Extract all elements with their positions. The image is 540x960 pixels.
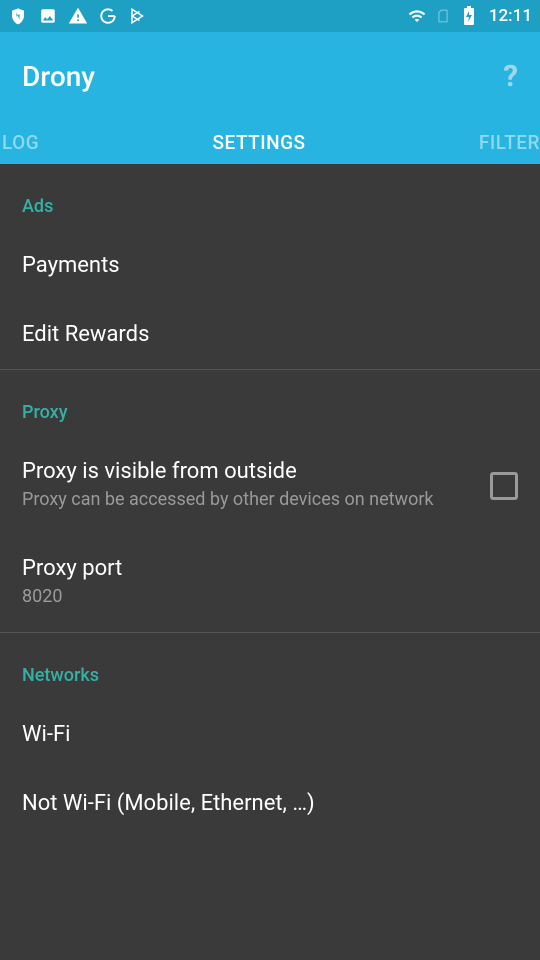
wifi-icon [407, 6, 427, 26]
list-item-title: Proxy port [22, 556, 518, 581]
status-left-icons [8, 6, 148, 26]
list-item-subtitle: 8020 [22, 585, 518, 609]
play-store-icon [128, 6, 148, 26]
warning-icon [68, 6, 88, 26]
section-header-ads: Ads [0, 164, 540, 231]
list-item-edit-rewards[interactable]: Edit Rewards [0, 300, 540, 369]
settings-content: Ads Payments Edit Rewards Proxy Proxy is… [0, 164, 540, 838]
status-right-icons: 12:11 [407, 6, 532, 26]
list-item-title: Payments [22, 253, 518, 278]
list-item-wifi[interactable]: Wi-Fi [0, 700, 540, 769]
list-item-title: Wi-Fi [22, 722, 518, 747]
google-icon [98, 6, 118, 26]
list-item-title: Not Wi-Fi (Mobile, Ethernet, …) [22, 791, 518, 816]
battery-icon [459, 6, 479, 26]
help-icon[interactable]: ? [503, 59, 518, 94]
tab-bar: LOG SETTINGS FILTER [0, 120, 540, 164]
app-bar: Drony ? [0, 32, 540, 120]
tab-settings[interactable]: SETTINGS [39, 131, 479, 154]
list-item-proxy-port[interactable]: Proxy port 8020 [0, 534, 540, 631]
app-title: Drony [22, 60, 95, 93]
tab-filter[interactable]: FILTER [479, 131, 540, 154]
status-time: 12:11 [489, 6, 532, 26]
list-item-not-wifi[interactable]: Not Wi-Fi (Mobile, Ethernet, …) [0, 769, 540, 838]
tab-log[interactable]: LOG [0, 131, 39, 154]
list-item-title: Edit Rewards [22, 322, 518, 347]
list-item-proxy-visible[interactable]: Proxy is visible from outside Proxy can … [0, 437, 540, 534]
list-item-title: Proxy is visible from outside [22, 459, 470, 484]
image-icon [38, 6, 58, 26]
sim-icon [433, 6, 453, 26]
status-bar: 12:11 [0, 0, 540, 32]
section-header-proxy: Proxy [0, 370, 540, 437]
shield-icon [8, 6, 28, 26]
list-item-payments[interactable]: Payments [0, 231, 540, 300]
list-item-subtitle: Proxy can be accessed by other devices o… [22, 488, 470, 512]
checkbox-proxy-visible[interactable] [490, 472, 518, 500]
section-header-networks: Networks [0, 633, 540, 700]
